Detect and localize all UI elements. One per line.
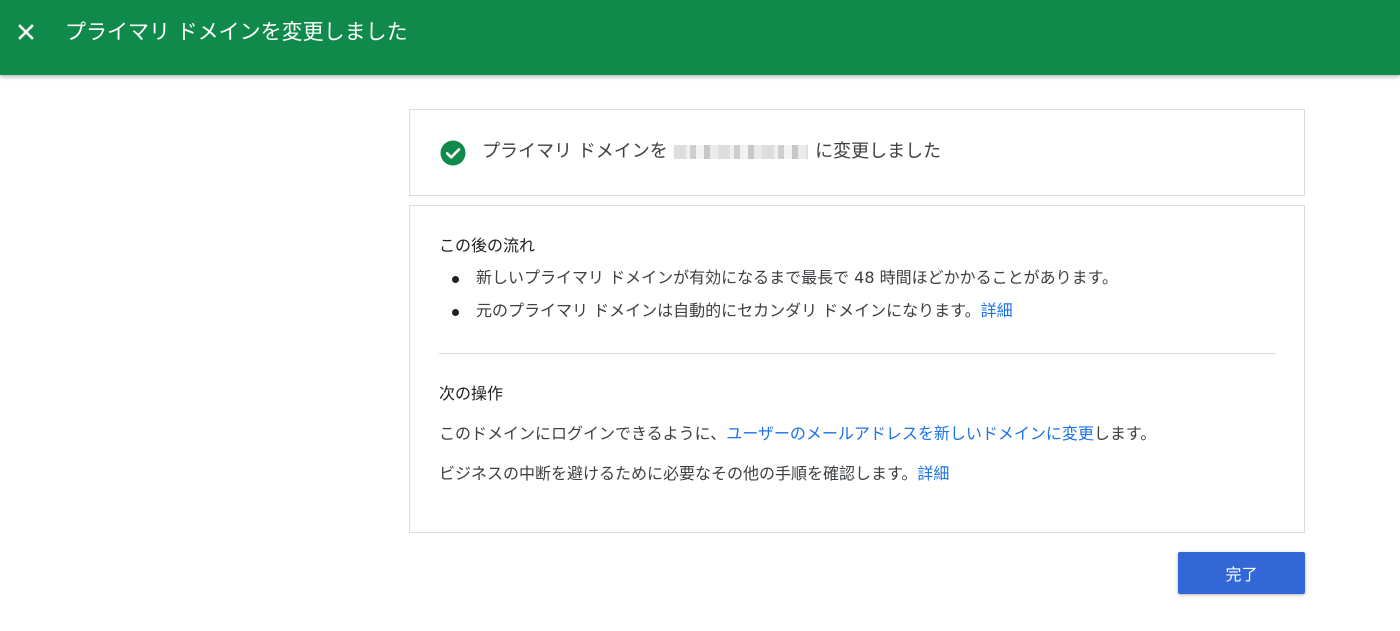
change-email-instruction: このドメインにログインできるように、ユーザーのメールアドレスを新しいドメインに変… [439, 422, 1156, 446]
learn-more-link[interactable]: 詳細 [981, 301, 1013, 320]
next-steps-list: 新しいプライマリ ドメインが有効になるまで最長で 48 時間ほどかかることがあり… [439, 266, 1118, 332]
bullet-icon [452, 276, 459, 283]
success-card: プライマリ ドメインを に変更しました [409, 109, 1305, 196]
success-message: プライマリ ドメインを に変更しました [482, 138, 941, 166]
success-text-after: に変更しました [809, 141, 942, 162]
info-card: この後の流れ 新しいプライマリ ドメインが有効になるまで最長で 48 時間ほどか… [409, 205, 1305, 533]
list-item: 新しいプライマリ ドメインが有効になるまで最長で 48 時間ほどかかることがあり… [439, 266, 1118, 299]
divider [439, 353, 1276, 354]
page-title: プライマリ ドメインを変更しました [65, 20, 408, 44]
list-item-text: 元のプライマリ ドメインは自動的にセカンダリ ドメインになります。 [476, 301, 981, 320]
bullet-icon [452, 309, 459, 316]
close-button[interactable] [6, 12, 46, 52]
list-item-text: 新しいプライマリ ドメインが有効になるまで最長で 48 時間ほどかかることがあり… [476, 268, 1119, 287]
list-item: 元のプライマリ ドメインは自動的にセカンダリ ドメインになります。詳細 [439, 299, 1118, 332]
success-text-before: プライマリ ドメインを [482, 141, 674, 162]
change-user-email-link[interactable]: ユーザーのメールアドレスを新しいドメインに変更 [726, 424, 1094, 443]
app-header: プライマリ ドメインを変更しました [0, 0, 1400, 75]
actions-heading: 次の操作 [439, 384, 504, 403]
instruction-text: このドメインにログインできるように、 [439, 424, 727, 443]
business-steps-instruction: ビジネスの中断を避けるために必要なその他の手順を確認します。詳細 [439, 462, 949, 486]
instruction-text: ビジネスの中断を避けるために必要なその他の手順を確認します。 [439, 464, 918, 483]
learn-more-link[interactable]: 詳細 [917, 464, 949, 483]
next-steps-heading: この後の流れ [439, 236, 536, 255]
check-circle-icon [440, 140, 466, 166]
instruction-text-end: します。 [1093, 424, 1157, 443]
done-button[interactable]: 完了 [1178, 552, 1305, 594]
close-icon[interactable] [16, 22, 36, 42]
redacted-domain-name [674, 145, 809, 159]
